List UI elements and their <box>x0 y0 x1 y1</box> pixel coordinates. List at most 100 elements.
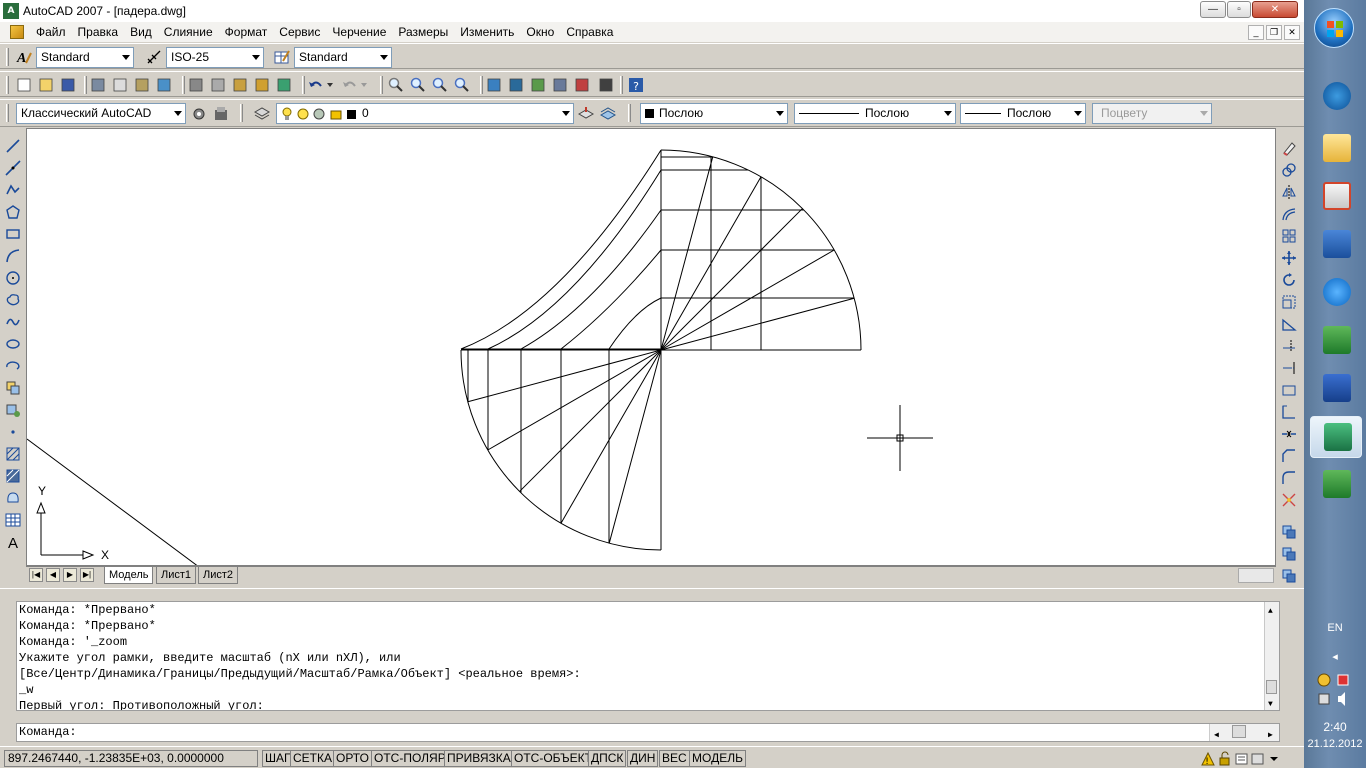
menu-edit[interactable]: Правка <box>72 22 125 42</box>
copy-object-icon[interactable] <box>1281 162 1297 178</box>
text-style-icon[interactable]: A <box>16 49 32 65</box>
join-icon[interactable] <box>1281 426 1297 442</box>
chamfer-icon[interactable] <box>1281 448 1297 464</box>
publish-icon[interactable] <box>134 77 150 93</box>
point-icon[interactable] <box>5 424 21 440</box>
revision-cloud-icon[interactable] <box>5 292 21 308</box>
zoom-realtime-icon[interactable] <box>410 77 426 93</box>
insert-block-icon[interactable] <box>5 380 21 396</box>
sheet-set-icon[interactable] <box>552 77 568 93</box>
ellipse-arc-icon[interactable] <box>5 358 21 374</box>
dim-style-select[interactable]: ISO-25 <box>166 47 264 68</box>
make-block-icon[interactable] <box>5 402 21 418</box>
line-icon[interactable] <box>5 138 21 154</box>
clock-date[interactable]: 21.12.2012 <box>1304 738 1366 750</box>
doc-restore-button[interactable]: ❐ <box>1266 25 1282 40</box>
workspace-save-icon[interactable] <box>213 106 229 122</box>
document-icon[interactable] <box>10 25 24 39</box>
doc-minimize-button[interactable]: _ <box>1248 25 1264 40</box>
workspace-settings-icon[interactable] <box>191 106 207 122</box>
trim-icon[interactable] <box>1281 338 1297 354</box>
rectangle-icon[interactable] <box>5 226 21 242</box>
move-icon[interactable] <box>1281 250 1297 266</box>
erase-icon[interactable] <box>1281 140 1297 156</box>
menu-view[interactable]: Вид <box>124 22 158 42</box>
start-button[interactable] <box>1314 8 1354 48</box>
linetype-select[interactable]: Послою <box>794 103 956 124</box>
new-icon[interactable] <box>16 77 32 93</box>
table-style-icon[interactable] <box>274 49 290 65</box>
redo-icon[interactable] <box>342 77 358 93</box>
block-editor-icon[interactable] <box>276 77 292 93</box>
clock-time[interactable]: 2:40 <box>1304 720 1366 734</box>
menu-modify[interactable]: Изменить <box>454 22 520 42</box>
cut-icon[interactable] <box>188 77 204 93</box>
scroll-down-arrow[interactable]: ▼ <box>1268 697 1273 710</box>
menu-help[interactable]: Справка <box>560 22 619 42</box>
mirror-icon[interactable] <box>1281 184 1297 200</box>
word-app-button[interactable] <box>1310 224 1362 266</box>
autocad-app-icon[interactable]: A <box>3 3 19 19</box>
explode-icon[interactable] <box>1281 492 1297 508</box>
zoom-window-icon[interactable] <box>432 77 448 93</box>
workspace-select[interactable]: Классический AutoCAD <box>16 103 186 124</box>
mail-agent-app-button[interactable] <box>1310 272 1362 314</box>
horizontal-scrollbar[interactable] <box>1238 568 1274 583</box>
menu-draw[interactable]: Черчение <box>326 22 392 42</box>
help-icon[interactable]: ? <box>628 77 644 93</box>
draw-order-icon[interactable] <box>1281 524 1297 540</box>
tab-model[interactable]: Модель <box>104 567 154 584</box>
presentation-app-button[interactable] <box>1310 176 1362 218</box>
make-object-layer-current-icon[interactable] <box>578 106 594 122</box>
multiline-text-icon[interactable]: A <box>5 534 21 550</box>
tab-layout2[interactable]: Лист2 <box>198 567 239 584</box>
tab-next-button[interactable]: ▶ <box>63 568 77 582</box>
grid-toggle[interactable]: СЕТКА <box>290 750 335 767</box>
otrack-toggle[interactable]: ОТС-ОБЪЕКТ <box>511 750 595 767</box>
language-indicator[interactable]: EN <box>1304 622 1366 634</box>
break-icon[interactable] <box>1281 404 1297 420</box>
redo-dropdown-icon[interactable] <box>360 77 376 93</box>
rotate-icon[interactable] <box>1281 272 1297 288</box>
properties-icon[interactable] <box>486 77 502 93</box>
table-style-select[interactable]: Standard <box>294 47 392 68</box>
command-line-scrollbar[interactable]: ◀ ▶ <box>1209 724 1279 741</box>
lwt-toggle[interactable]: ВЕС <box>659 750 690 767</box>
3d-dwf-icon[interactable] <box>156 77 172 93</box>
ellipse-icon[interactable] <box>5 336 21 352</box>
show-hidden-icons-button[interactable]: ◂ <box>1304 650 1366 663</box>
table-icon[interactable] <box>5 512 21 528</box>
drawing-svg[interactable]: Y X <box>27 129 1276 566</box>
history-scrollbar[interactable]: ▲ ▼ <box>1264 602 1279 710</box>
ducs-toggle[interactable]: ДПСК <box>588 750 627 767</box>
toolbar-grip[interactable] <box>628 104 631 122</box>
undo-dropdown-icon[interactable] <box>326 77 342 93</box>
toolbar-grip[interactable] <box>6 104 9 122</box>
open-icon[interactable] <box>38 77 54 93</box>
match-properties-icon[interactable] <box>254 77 270 93</box>
array-icon[interactable] <box>1281 228 1297 244</box>
zoom-previous-icon[interactable] <box>454 77 470 93</box>
tool-palettes-icon[interactable] <box>530 77 546 93</box>
region-icon[interactable] <box>5 490 21 506</box>
draw-order-back-icon[interactable] <box>1281 546 1297 562</box>
excel-app-button[interactable] <box>1310 320 1362 362</box>
menu-format[interactable]: Формат <box>219 22 274 42</box>
close-button[interactable]: ✕ <box>1252 1 1298 18</box>
hatch-icon[interactable] <box>5 446 21 462</box>
tab-first-button[interactable]: |◀ <box>29 568 43 582</box>
command-line-input[interactable]: Команда: ◀ ▶ <box>16 723 1280 742</box>
hp-app-button[interactable] <box>1310 76 1362 118</box>
menu-merge[interactable]: Слияние <box>158 22 219 42</box>
osnap-toggle[interactable]: ПРИВЯЗКА <box>444 750 514 767</box>
maximize-button[interactable]: ▫ <box>1227 1 1251 18</box>
toolbar-grip[interactable] <box>6 48 9 66</box>
tab-layout1[interactable]: Лист1 <box>156 567 197 584</box>
folder-app-button[interactable] <box>1310 128 1362 170</box>
save-icon[interactable] <box>60 77 76 93</box>
menu-window[interactable]: Окно <box>520 22 560 42</box>
preview-icon[interactable] <box>112 77 128 93</box>
copy-icon[interactable] <box>210 77 226 93</box>
text-to-front-icon[interactable] <box>1281 568 1297 584</box>
design-center-icon[interactable] <box>508 77 524 93</box>
